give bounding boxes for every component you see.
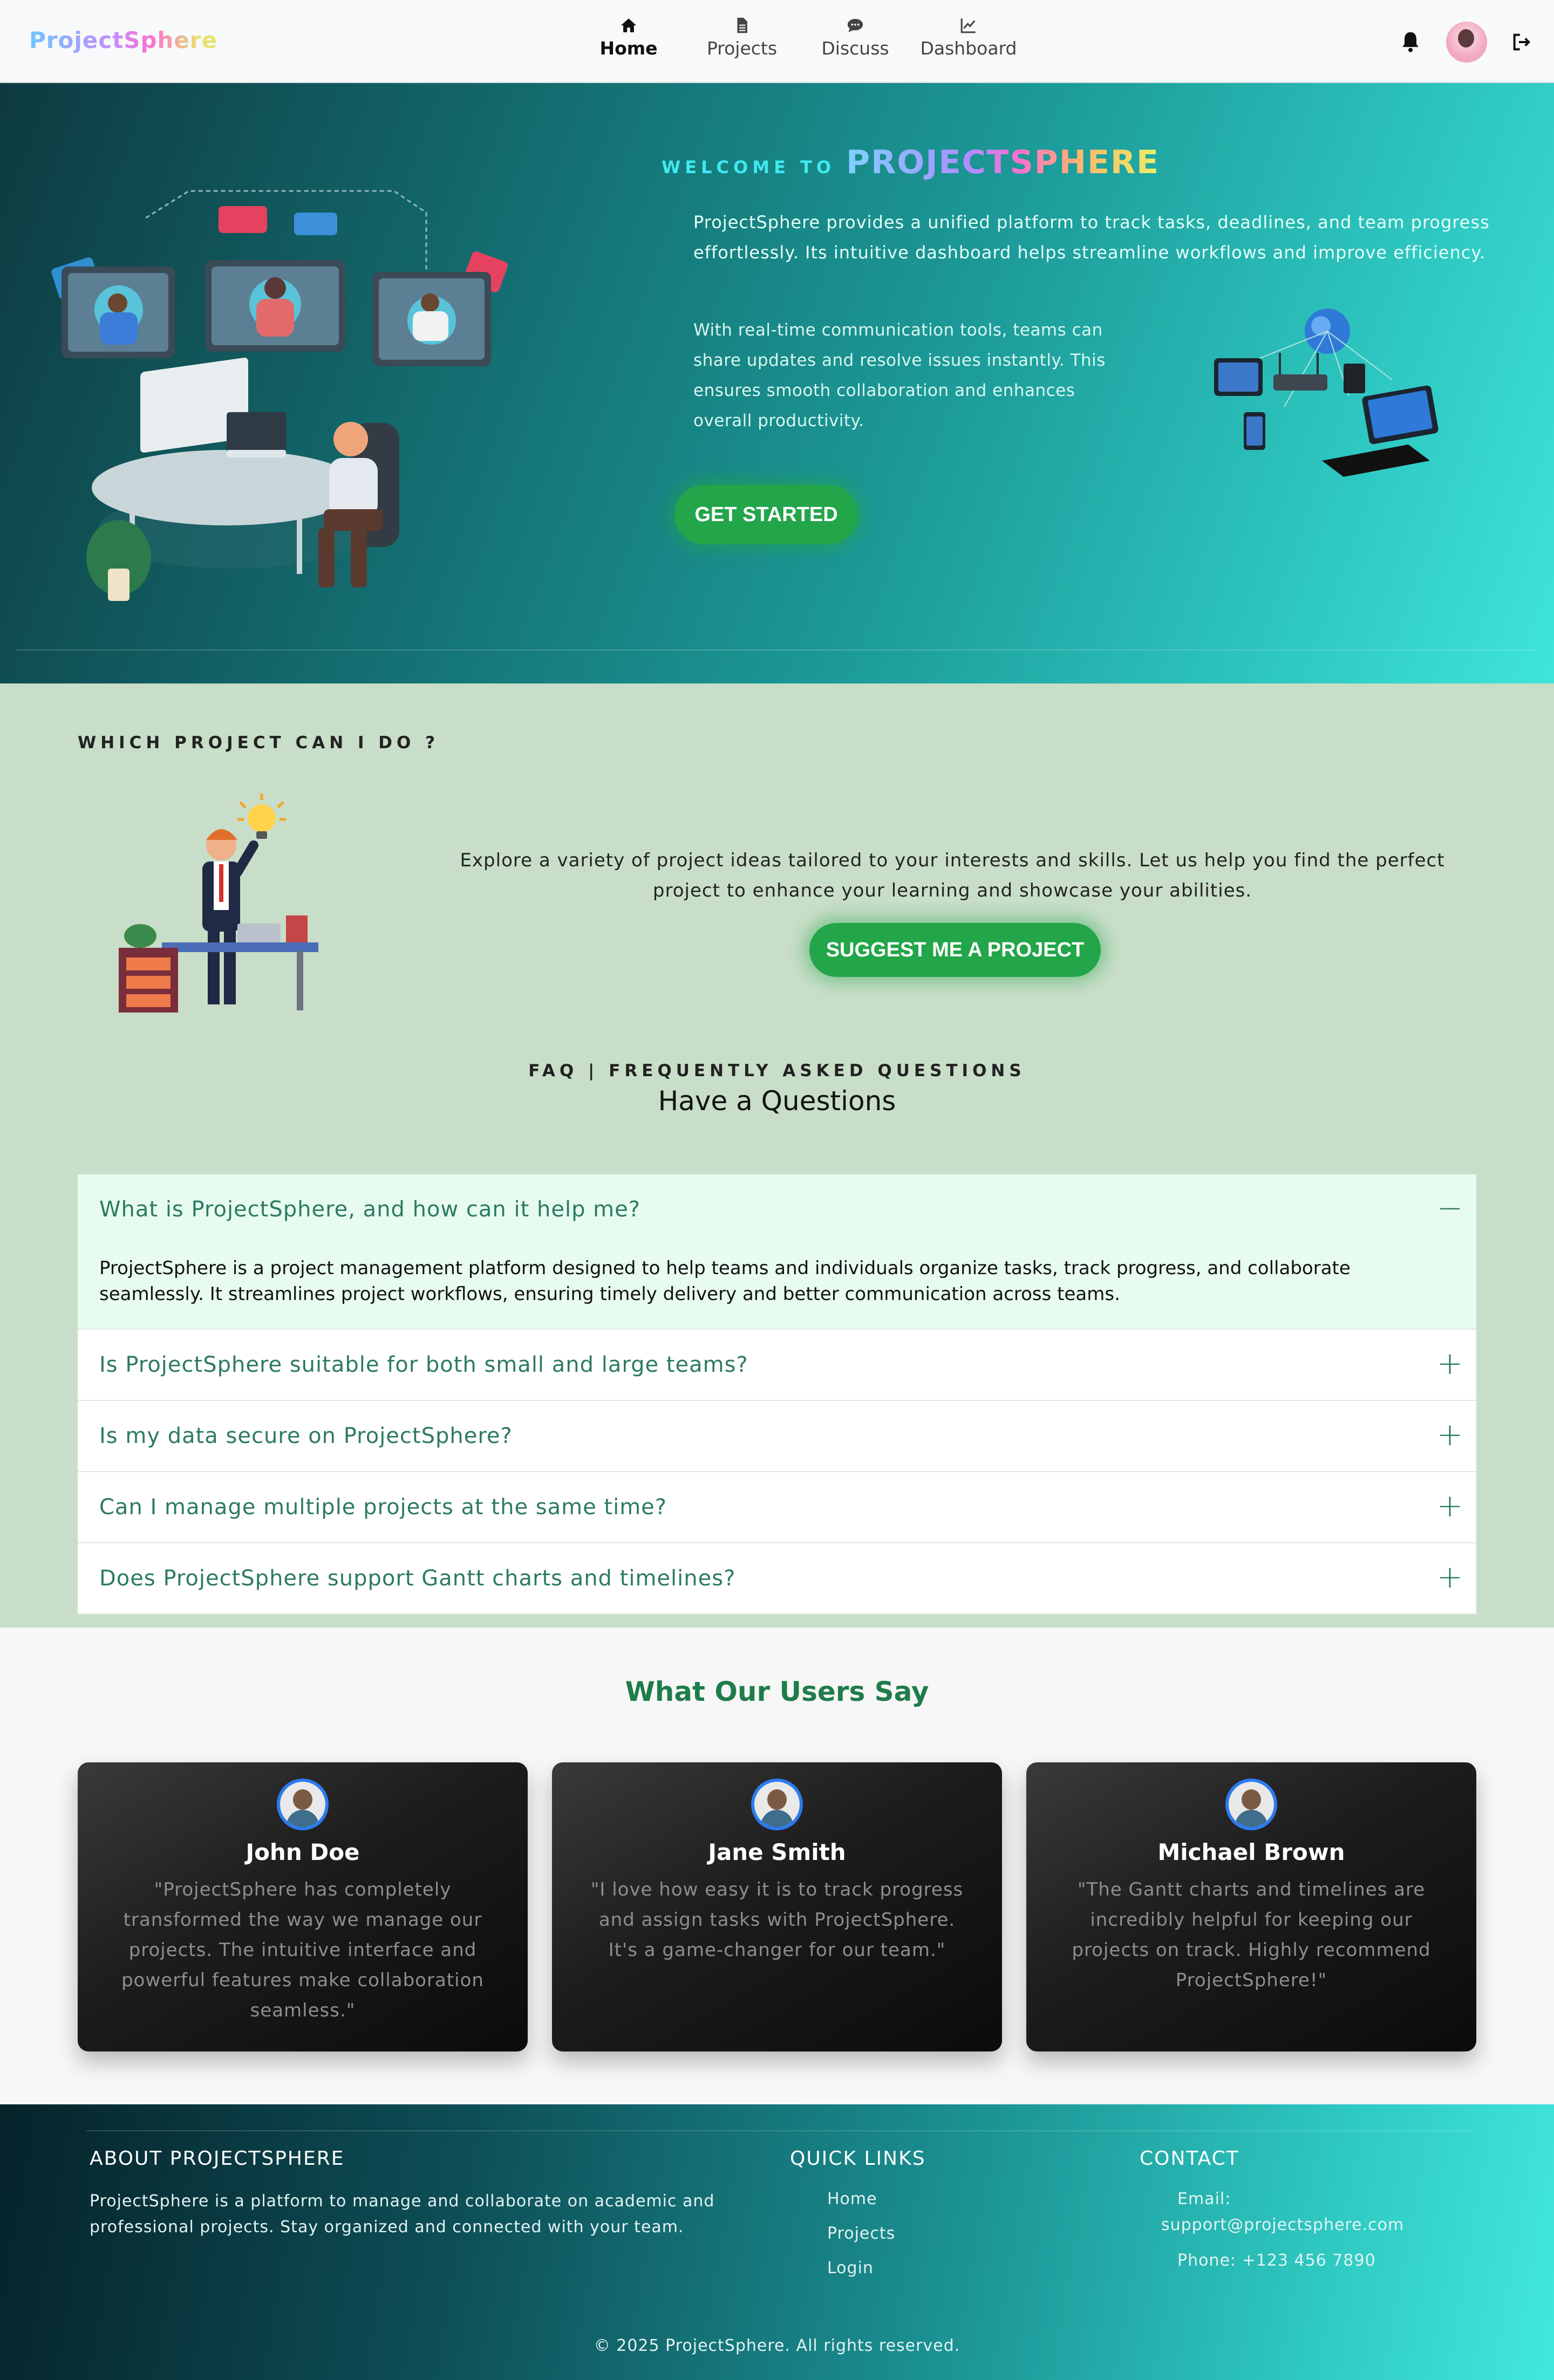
faq-accordion: What is ProjectSphere, and how can it he… — [78, 1174, 1476, 1615]
footer-about-text: ProjectSphere is a platform to manage an… — [90, 2192, 715, 2237]
connected-devices-illustration — [1214, 309, 1439, 477]
hero-description-2: With real-time communication tools, team… — [693, 320, 1106, 430]
faq-question[interactable]: Is my data secure on ProjectSphere? — [78, 1401, 1476, 1471]
faq-title: Have a Questions — [658, 1085, 896, 1117]
nav-label-discuss: Discuss — [821, 38, 889, 59]
testimonial-avatar — [1225, 1779, 1277, 1830]
hero-divider — [16, 649, 1538, 651]
testimonial-avatar — [751, 1779, 803, 1830]
footer-contact-title: CONTACT — [1140, 2148, 1239, 2170]
faq-question[interactable]: Does ProjectSphere support Gantt charts … — [78, 1543, 1476, 1613]
footer-phone: Phone: +123 456 7890 — [1177, 2251, 1376, 2270]
testimonial-avatar — [277, 1779, 329, 1830]
get-started-button[interactable]: GET STARTED — [674, 485, 858, 544]
chart-line-icon — [960, 18, 976, 33]
faq-item[interactable]: Does ProjectSphere support Gantt charts … — [78, 1543, 1476, 1615]
faq-question[interactable]: What is ProjectSphere, and how can it he… — [78, 1174, 1476, 1244]
suggest-kicker: WHICH PROJECT CAN I DO ? — [78, 733, 440, 753]
footer-link-login[interactable]: Login — [827, 2259, 874, 2278]
nav-label-projects: Projects — [706, 38, 778, 59]
faq-item[interactable]: Can I manage multiple projects at the sa… — [78, 1472, 1476, 1543]
footer-email-label: Email: — [1177, 2190, 1231, 2208]
faq-item[interactable]: What is ProjectSphere, and how can it he… — [78, 1174, 1476, 1330]
copyright: © 2025 ProjectSphere. All rights reserve… — [594, 2336, 960, 2355]
nav-label-home: Home — [599, 38, 658, 59]
file-icon — [737, 17, 747, 33]
expand-icon[interactable]: + — [1436, 1558, 1463, 1595]
footer-email-link[interactable]: support@projectsphere.com — [1161, 2215, 1404, 2234]
testimonial-quote: "I love how easy it is to track progress… — [590, 1879, 964, 1961]
logout-icon[interactable] — [1511, 31, 1532, 53]
footer-about-title: ABOUT PROJECTSPHERE — [90, 2148, 345, 2170]
faq-answer: ProjectSphere is a project management pl… — [99, 1257, 1351, 1305]
suggest-project-button[interactable]: SUGGEST ME A PROJECT — [809, 923, 1101, 977]
testimonial-name: Michael Brown — [1157, 1839, 1345, 1865]
site-footer: ABOUT PROJECTSPHERE ProjectSphere is a p… — [0, 2104, 1554, 2380]
faq-item[interactable]: Is ProjectSphere suitable for both small… — [78, 1330, 1476, 1401]
welcome-heading: WELCOME TO PROJECTSPHERE — [662, 143, 1160, 181]
expand-icon[interactable]: + — [1436, 1487, 1463, 1524]
testimonials-section: What Our Users Say John Doe "ProjectSphe… — [0, 1627, 1554, 2104]
bell-icon[interactable] — [1399, 30, 1422, 54]
testimonials-title: What Our Users Say — [625, 1676, 929, 1707]
top-navbar: ProjectSphere Home Projects Discuss Dash… — [0, 0, 1554, 83]
idea-person-illustration — [119, 794, 318, 1013]
footer-link-home[interactable]: Home — [827, 2190, 877, 2208]
expand-icon[interactable]: + — [1436, 1345, 1463, 1382]
nav-item-dashboard[interactable]: Dashboard — [912, 14, 1025, 68]
brand-logo[interactable]: ProjectSphere — [29, 27, 217, 53]
nav-item-home[interactable]: Home — [572, 14, 685, 68]
testimonial-quote: "ProjectSphere has completely transforme… — [121, 1879, 484, 2021]
footer-link-projects[interactable]: Projects — [827, 2224, 895, 2243]
collapse-icon[interactable]: − — [1436, 1189, 1463, 1226]
nav-item-projects[interactable]: Projects — [685, 14, 799, 68]
faq-kicker: FAQ | FREQUENTLY ASKED QUESTIONS — [528, 1061, 1026, 1080]
faq-question[interactable]: Is ProjectSphere suitable for both small… — [78, 1330, 1476, 1400]
welcome-prefix: WELCOME TO — [662, 157, 836, 177]
nav-links: Home Projects Discuss Dashboard — [572, 14, 1025, 68]
hero-description-1: ProjectSphere provides a unified platfor… — [693, 212, 1490, 263]
nav-item-discuss[interactable]: Discuss — [799, 14, 912, 68]
home-icon — [621, 18, 637, 32]
faq-question[interactable]: Can I manage multiple projects at the sa… — [78, 1472, 1476, 1542]
hero-section: WELCOME TO PROJECTSPHERE ProjectSphere p… — [0, 83, 1554, 683]
footer-divider — [86, 2130, 1473, 2131]
testimonial-card: Jane Smith "I love how easy it is to tra… — [552, 1762, 1002, 2051]
footer-links-title: QUICK LINKS — [790, 2148, 926, 2170]
testimonial-quote: "The Gantt charts and timelines are incr… — [1072, 1879, 1431, 1991]
expand-icon[interactable]: + — [1436, 1416, 1463, 1453]
nav-label-dashboard: Dashboard — [920, 38, 1017, 59]
faq-item[interactable]: Is my data secure on ProjectSphere? + — [78, 1401, 1476, 1472]
project-suggestion-section: WHICH PROJECT CAN I DO ? Explore a varie… — [0, 683, 1554, 1627]
testimonial-name: Jane Smith — [708, 1839, 846, 1865]
suggest-description: Explore a variety of project ideas tailo… — [460, 850, 1445, 901]
user-avatar[interactable] — [1446, 22, 1487, 63]
testimonial-card: Michael Brown "The Gantt charts and time… — [1026, 1762, 1476, 2051]
testimonial-name: John Doe — [246, 1839, 360, 1865]
nav-actions — [1399, 22, 1532, 63]
welcome-brand: PROJECTSPHERE — [846, 143, 1160, 181]
team-collaboration-illustration — [51, 190, 508, 601]
testimonial-card: John Doe "ProjectSphere has completely t… — [78, 1762, 528, 2051]
chat-icon — [847, 18, 863, 32]
